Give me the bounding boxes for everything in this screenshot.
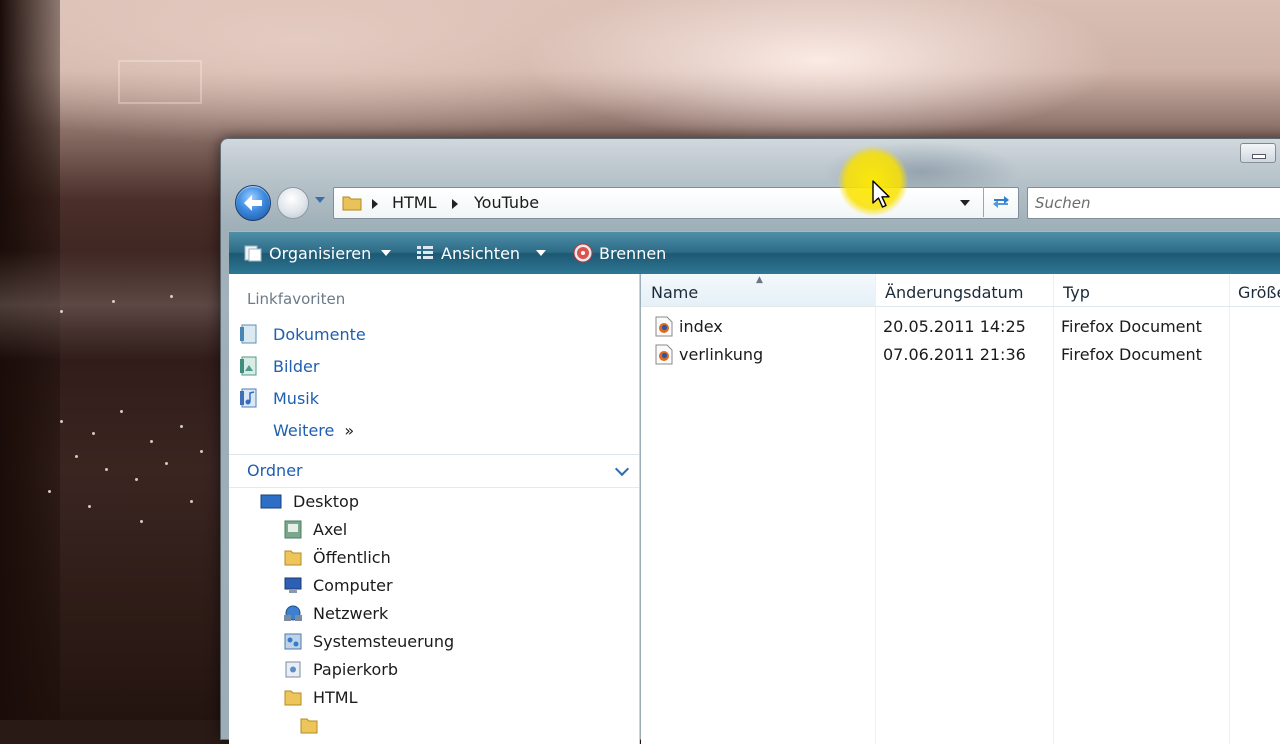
breadcrumb-arrow-icon[interactable] [452,199,458,209]
breadcrumb-html[interactable]: HTML [392,193,437,212]
burn-label: Brennen [599,243,667,263]
favorite-item-musik[interactable]: Musik [239,385,319,411]
views-label: Ansichten [441,243,521,263]
tree-label: Öffentlich [313,547,391,567]
tree-label: Axel [313,519,348,539]
tree-label: HTML [313,687,358,707]
views-icon [417,246,433,259]
folders-title: Ordner [247,461,303,480]
refresh-button[interactable] [983,187,1016,217]
tree-item-subfolder[interactable] [299,712,319,738]
folder-icon [300,718,318,733]
chevron-down-icon [536,250,547,256]
command-bar: Organisieren Ansichten Brennen [229,231,1280,274]
tree-item-netzwerk[interactable]: Netzwerk [283,600,388,626]
more-favorites-link[interactable]: Weitere » [273,417,354,443]
address-bar[interactable]: HTML YouTube [333,187,1019,219]
control-panel-icon [284,633,302,649]
double-chevron-icon: » [344,420,355,440]
computer-icon [284,577,302,593]
more-label: Weitere [273,420,335,440]
chevron-down-icon [614,461,630,477]
folder-icon [284,550,302,565]
back-arrow-icon [244,195,262,211]
user-folder-icon [284,520,302,538]
favorite-label: Dokumente [273,324,366,344]
file-name: verlinkung [679,345,764,364]
chevron-down-icon [381,250,392,256]
folder-icon [342,196,362,211]
file-type: Firefox Document [1061,345,1202,364]
column-header-modified[interactable]: Änderungsdatum [885,278,1023,306]
favorite-label: Musik [273,388,319,408]
firefox-document-icon [655,316,673,337]
organize-button[interactable]: Organisieren [243,242,392,264]
network-icon [284,605,302,621]
explorer-window: HTML YouTube Suchen Organisieren Ansicht… [220,138,1280,744]
tree-item-computer[interactable]: Computer [283,572,393,598]
music-icon [240,388,257,408]
search-input[interactable]: Suchen [1027,187,1280,219]
favorite-label: Bilder [273,356,320,376]
navigation-pane: Linkfavoriten Dokumente Bilder Musik Wei… [229,274,640,744]
refresh-icon [993,196,1009,208]
file-name: index [679,317,723,336]
burn-disc-icon [573,243,593,263]
tree-label: Desktop [293,491,359,511]
favorites-title: Linkfavoriten [247,290,346,308]
views-button[interactable]: Ansichten [415,242,547,264]
file-modified: 20.05.2011 14:25 [883,317,1026,336]
sort-ascending-icon: ▲ [756,275,763,285]
search-placeholder: Suchen [1035,194,1091,212]
tree-label: Systemsteuerung [313,631,455,651]
tree-item-papierkorb[interactable]: Papierkorb [283,656,398,682]
organize-label: Organisieren [269,243,372,263]
folders-header[interactable]: Ordner [229,454,639,488]
favorite-item-bilder[interactable]: Bilder [239,353,319,379]
tree-label: Papierkorb [313,659,398,679]
recent-pages-dropdown[interactable] [315,197,325,203]
column-header-name[interactable]: Name [651,278,698,306]
file-row[interactable]: index 20.05.2011 14:25 Firefox Document [641,314,1280,340]
column-header-size[interactable]: Größe [1238,278,1280,306]
file-row[interactable]: verlinkung 07.06.2011 21:36 Firefox Docu… [641,342,1280,368]
tree-item-desktop[interactable]: Desktop [259,488,359,514]
firefox-document-icon [655,344,673,365]
tree-item-oeffentlich[interactable]: Öffentlich [283,544,391,570]
tree-label: Netzwerk [313,603,389,623]
folder-icon [284,690,302,705]
back-button[interactable] [235,185,271,221]
tree-item-html[interactable]: HTML [283,684,358,710]
pictures-icon [240,356,257,376]
minimize-button[interactable] [1240,143,1276,163]
file-list-pane: ▲ Name Änderungsdatum Typ Größe index 20… [641,274,1280,744]
file-type: Firefox Document [1061,317,1202,336]
breadcrumb-youtube[interactable]: YouTube [474,193,539,212]
desktop-icon [260,494,282,508]
burn-button[interactable]: Brennen [573,242,666,264]
organize-icon [244,245,262,262]
tree-item-axel[interactable]: Axel [283,516,347,542]
documents-icon [240,324,257,344]
tree-label: Computer [313,575,393,595]
header-divider [641,306,1280,307]
column-header-type[interactable]: Typ [1063,278,1090,306]
address-history-dropdown[interactable] [960,200,970,206]
favorite-item-dokumente[interactable]: Dokumente [239,321,366,347]
file-modified: 07.06.2011 21:36 [883,345,1026,364]
forward-button[interactable] [277,187,309,219]
tree-item-systemsteuerung[interactable]: Systemsteuerung [283,628,454,654]
mouse-pointer-icon [872,180,890,208]
breadcrumb-arrow-icon[interactable] [372,199,378,209]
recycle-bin-icon [285,661,301,677]
